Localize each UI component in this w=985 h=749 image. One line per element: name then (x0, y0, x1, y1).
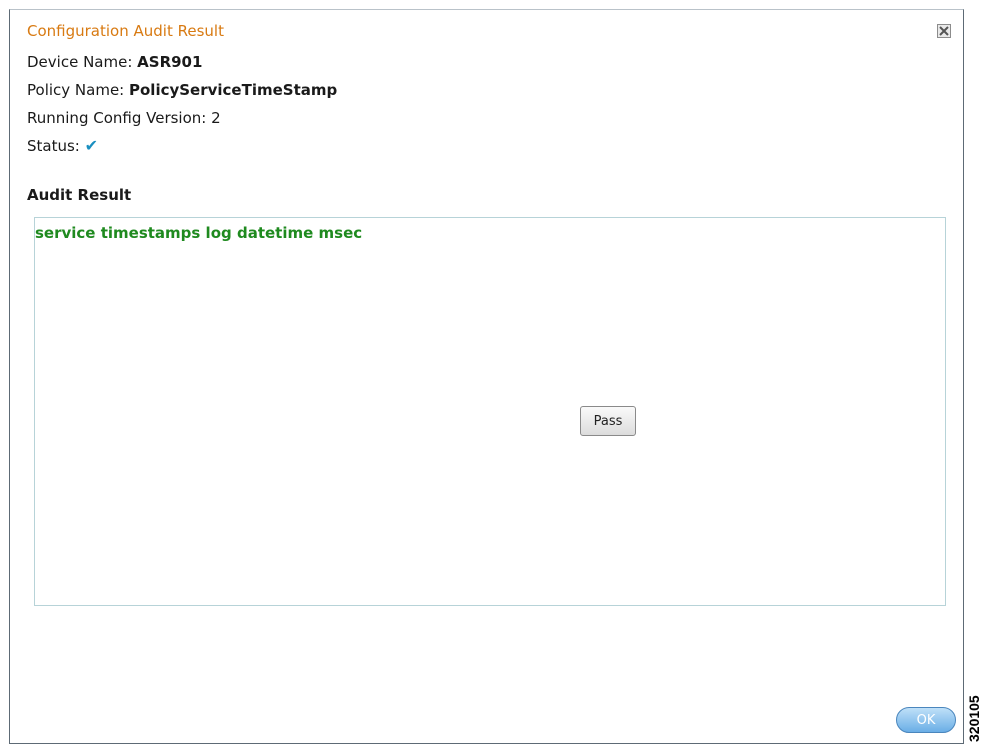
status-label: Status: (27, 137, 85, 155)
device-name-label: Device Name: (27, 53, 138, 71)
config-version-label: Running Config Version: (27, 109, 212, 127)
policy-name-label: Policy Name: (27, 81, 129, 99)
status-row: Status: ✔ (27, 136, 98, 155)
dialog-title: Configuration Audit Result (27, 22, 224, 40)
audit-result-dialog: Configuration Audit Result Device Name: … (9, 9, 964, 744)
audit-result-heading: Audit Result (27, 186, 132, 204)
device-name-row: Device Name: ASR901 (27, 53, 202, 71)
policy-name-value: PolicyServiceTimeStamp (129, 81, 338, 99)
close-icon[interactable] (937, 24, 951, 38)
policy-name-row: Policy Name: PolicyServiceTimeStamp (27, 81, 337, 99)
check-icon: ✔ (84, 136, 99, 155)
pass-button[interactable]: Pass (580, 406, 636, 436)
config-version-value: 2 (211, 109, 221, 127)
audit-result-panel: service timestamps log datetime msec Pas… (34, 217, 946, 606)
device-name-value: ASR901 (137, 53, 203, 71)
ok-button[interactable]: OK (896, 707, 956, 733)
figure-id-label: 320105 (966, 695, 982, 742)
audit-result-line: service timestamps log datetime msec (35, 224, 363, 242)
config-version-row: Running Config Version: 2 (27, 109, 221, 127)
